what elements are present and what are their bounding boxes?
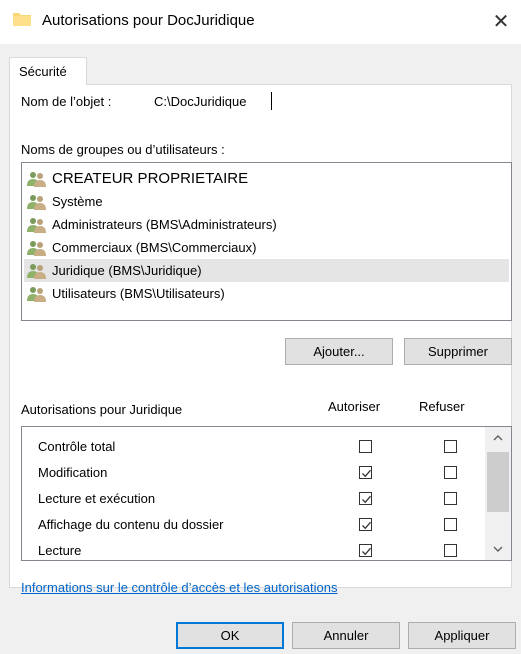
scrollbar-thumb[interactable] — [487, 452, 509, 512]
permission-label: Contrôle total — [38, 439, 116, 454]
group-item-juridique[interactable]: Juridique (BMS\Juridique) — [24, 259, 509, 282]
deny-checkbox[interactable] — [444, 492, 457, 505]
ok-button[interactable]: OK — [176, 622, 284, 649]
tab-label: Sécurité — [19, 64, 67, 79]
cancel-button[interactable]: Annuler — [292, 622, 400, 649]
group-item-label: Commerciaux (BMS\Commerciaux) — [52, 240, 257, 255]
close-icon[interactable]: ✕ — [486, 6, 516, 36]
users-icon — [26, 217, 48, 233]
users-icon — [26, 171, 48, 187]
users-icon — [26, 263, 48, 279]
permissions-list: Contrôle total Modification Lecture et e… — [21, 426, 512, 561]
chevron-down-icon[interactable] — [485, 538, 511, 560]
group-item-label: Système — [52, 194, 103, 209]
groups-label: Noms de groupes ou d’utilisateurs : — [21, 142, 225, 157]
object-name-label: Nom de l’objet : — [21, 94, 112, 109]
deny-checkbox[interactable] — [444, 544, 457, 557]
tab-securite[interactable]: Sécurité — [9, 57, 87, 85]
group-item-createur-proprietaire[interactable]: CREATEUR PROPRIETAIRE — [24, 167, 509, 190]
object-name-value[interactable]: C:\DocJuridique — [154, 94, 247, 109]
permission-label: Affichage du contenu du dossier — [38, 517, 224, 532]
deny-checkbox[interactable] — [444, 466, 457, 479]
permission-label: Lecture et exécution — [38, 491, 156, 506]
users-icon — [26, 240, 48, 256]
group-item-label: CREATEUR PROPRIETAIRE — [52, 170, 249, 187]
group-item-administrateurs[interactable]: Administrateurs (BMS\Administrateurs) — [24, 213, 509, 236]
group-item-commerciaux[interactable]: Commerciaux (BMS\Commerciaux) — [24, 236, 509, 259]
access-control-info-link[interactable]: Informations sur le contrôle d’accès et … — [21, 580, 338, 595]
allow-checkbox[interactable] — [359, 518, 372, 531]
permission-label: Lecture — [38, 543, 82, 558]
permission-row-lecture-execution: Lecture et exécution — [22, 485, 484, 511]
window-title: Autorisations pour DocJuridique — [42, 12, 255, 29]
users-icon — [26, 194, 48, 210]
permission-row-controle-total: Contrôle total — [22, 433, 484, 459]
permission-row-modification: Modification — [22, 459, 484, 485]
deny-checkbox[interactable] — [444, 440, 457, 453]
group-item-systeme[interactable]: Système — [24, 190, 509, 213]
users-icon — [26, 286, 48, 302]
groups-list[interactable]: CREATEUR PROPRIETAIRE Système Administra… — [21, 162, 512, 321]
permission-label: Modification — [38, 465, 108, 480]
deny-checkbox[interactable] — [444, 518, 457, 531]
allow-checkbox[interactable] — [359, 440, 372, 453]
permission-row-lecture: Lecture — [22, 537, 484, 560]
folder-icon — [13, 13, 31, 26]
column-header-allow: Autoriser — [328, 399, 381, 414]
permission-row-affichage-contenu: Affichage du contenu du dossier — [22, 511, 484, 537]
group-item-label: Administrateurs (BMS\Administrateurs) — [52, 217, 277, 232]
group-item-utilisateurs[interactable]: Utilisateurs (BMS\Utilisateurs) — [24, 282, 509, 305]
group-item-label: Juridique (BMS\Juridique) — [52, 263, 202, 278]
group-item-label: Utilisateurs (BMS\Utilisateurs) — [52, 286, 225, 301]
allow-checkbox[interactable] — [359, 466, 372, 479]
apply-button[interactable]: Appliquer — [408, 622, 516, 649]
chevron-up-icon[interactable] — [485, 427, 511, 449]
permissions-title: Autorisations pour Juridique — [21, 402, 183, 417]
add-button[interactable]: Ajouter... — [285, 338, 393, 365]
column-header-deny: Refuser — [419, 399, 465, 414]
text-caret — [271, 92, 272, 110]
allow-checkbox[interactable] — [359, 544, 372, 557]
remove-button[interactable]: Supprimer — [404, 338, 512, 365]
allow-checkbox[interactable] — [359, 492, 372, 505]
